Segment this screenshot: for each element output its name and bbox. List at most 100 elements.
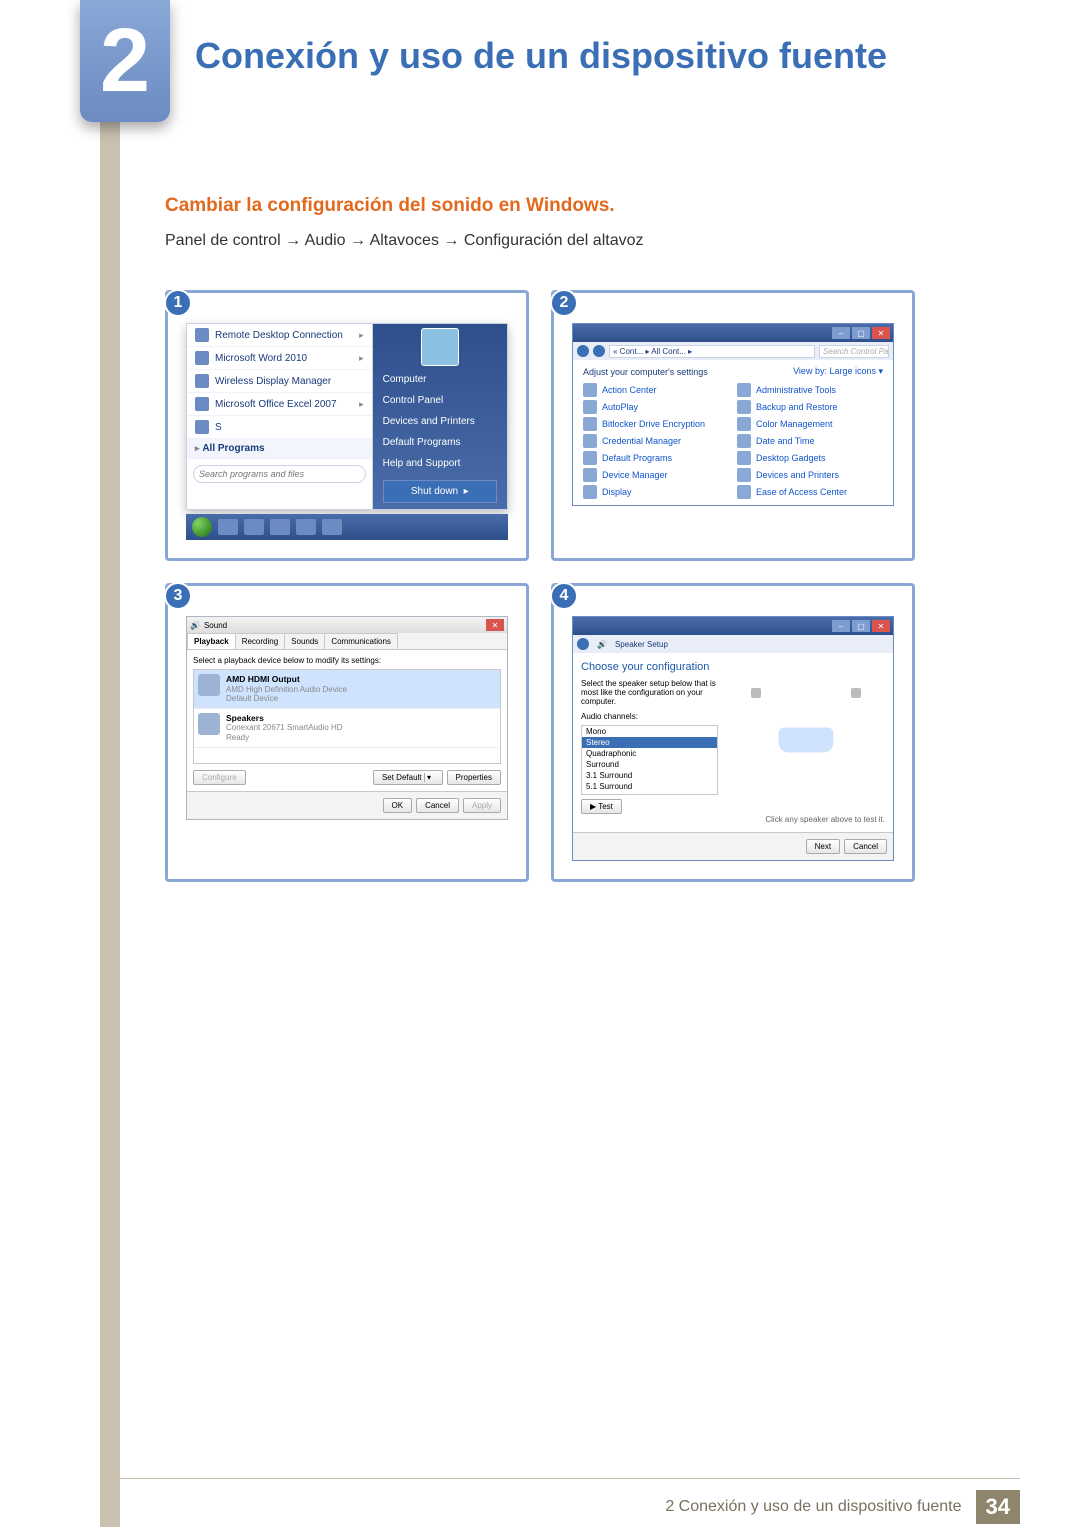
channel-option[interactable]: Quadraphonic bbox=[582, 748, 717, 759]
address-field[interactable]: « Cont... ▸ All Cont... ▸ bbox=[609, 345, 815, 358]
taskbar-icon[interactable] bbox=[218, 519, 238, 535]
cp-item-label: Backup and Restore bbox=[756, 402, 838, 412]
speaker-dot-icon[interactable] bbox=[851, 688, 861, 698]
sound-body: Select a playback device below to modify… bbox=[187, 650, 507, 791]
properties-button[interactable]: Properties bbox=[447, 770, 501, 785]
forward-button-icon[interactable] bbox=[593, 345, 605, 357]
cp-item[interactable]: Device Manager bbox=[583, 468, 729, 482]
cp-item[interactable]: Date and Time bbox=[737, 434, 883, 448]
search-field[interactable]: Search Control Panel bbox=[819, 345, 889, 358]
cp-item-label: Devices and Printers bbox=[756, 470, 839, 480]
cancel-button[interactable]: Cancel bbox=[844, 839, 887, 854]
cp-item-label: Color Management bbox=[756, 419, 833, 429]
footer-rule bbox=[120, 1478, 1020, 1479]
step-badge-2: 2 bbox=[550, 289, 578, 317]
right-item[interactable]: Computer bbox=[373, 369, 507, 390]
next-button[interactable]: Next bbox=[806, 839, 840, 854]
back-button-icon[interactable] bbox=[577, 638, 589, 650]
cp-item[interactable]: Credential Manager bbox=[583, 434, 729, 448]
device-sub: Conexant 20671 SmartAudio HD bbox=[226, 723, 343, 732]
menu-item[interactable]: S bbox=[187, 416, 372, 439]
sound-tabs: Playback Recording Sounds Communications bbox=[187, 633, 507, 650]
cp-item-label: AutoPlay bbox=[602, 402, 638, 412]
taskbar-icon[interactable] bbox=[244, 519, 264, 535]
speaker-setup-window: – ▢ ✕ 🔊 Speaker Setup Choose your config… bbox=[572, 616, 894, 861]
all-programs[interactable]: ▸ All Programs bbox=[187, 439, 372, 459]
apply-button[interactable]: Apply bbox=[463, 798, 501, 813]
ok-button[interactable]: OK bbox=[383, 798, 413, 813]
sound-buttons-row: Configure Set Default▾ Properties bbox=[193, 770, 501, 785]
tab-recording[interactable]: Recording bbox=[235, 633, 285, 649]
tab-playback[interactable]: Playback bbox=[187, 633, 236, 649]
taskbar-icon[interactable] bbox=[296, 519, 316, 535]
display-icon bbox=[583, 485, 597, 499]
right-item[interactable]: Help and Support bbox=[373, 453, 507, 474]
speaker-diagram bbox=[728, 679, 885, 789]
search-input[interactable] bbox=[193, 465, 366, 483]
step-badge-1: 1 bbox=[164, 289, 192, 317]
channel-option[interactable]: 5.1 Surround bbox=[582, 781, 717, 792]
right-item[interactable]: Control Panel bbox=[373, 390, 507, 411]
channel-option[interactable]: 3.1 Surround bbox=[582, 770, 717, 781]
footer: 2 Conexión y uso de un dispositivo fuent… bbox=[665, 1490, 1020, 1524]
menu-item[interactable]: Remote Desktop Connection▸ bbox=[187, 324, 372, 347]
shutdown-button[interactable]: Shut down ▸ bbox=[383, 480, 497, 503]
cp-item[interactable]: Display bbox=[583, 485, 729, 499]
taskbar-icon[interactable] bbox=[270, 519, 290, 535]
menu-item[interactable]: Microsoft Office Excel 2007▸ bbox=[187, 393, 372, 416]
channel-option[interactable]: 5.2 Surround bbox=[582, 792, 717, 795]
device-item[interactable]: AMD HDMI Output AMD High Definition Audi… bbox=[194, 670, 500, 709]
start-menu-right: Computer Control Panel Devices and Print… bbox=[373, 324, 507, 509]
close-button[interactable]: ✕ bbox=[486, 619, 504, 631]
speaker-subtext: Select the speaker setup below that is m… bbox=[581, 679, 718, 706]
tab-sounds[interactable]: Sounds bbox=[284, 633, 325, 649]
speaker-footer: Next Cancel bbox=[573, 832, 893, 860]
cancel-button[interactable]: Cancel bbox=[416, 798, 459, 813]
minimize-button[interactable]: – bbox=[832, 327, 850, 339]
cp-item[interactable]: Devices and Printers bbox=[737, 468, 883, 482]
menu-item-label: Wireless Display Manager bbox=[215, 376, 364, 387]
dropdown-arrow-icon[interactable]: ▾ bbox=[424, 773, 434, 782]
channel-option[interactable]: Surround bbox=[582, 759, 717, 770]
cp-item-label: Administrative Tools bbox=[756, 385, 836, 395]
right-item[interactable]: Devices and Printers bbox=[373, 411, 507, 432]
cp-item[interactable]: Administrative Tools bbox=[737, 383, 883, 397]
cp-item-label: Device Manager bbox=[602, 470, 668, 480]
start-search bbox=[187, 459, 372, 489]
maximize-button[interactable]: ▢ bbox=[852, 620, 870, 632]
cp-item[interactable]: Default Programs bbox=[583, 451, 729, 465]
minimize-button[interactable]: – bbox=[832, 620, 850, 632]
channel-option[interactable]: Mono bbox=[582, 726, 717, 737]
close-button[interactable]: ✕ bbox=[872, 620, 890, 632]
chapter-number: 2 bbox=[100, 16, 150, 106]
cp-item[interactable]: Bitlocker Drive Encryption bbox=[583, 417, 729, 431]
channels-list[interactable]: Mono Stereo Quadraphonic Surround 3.1 Su… bbox=[581, 725, 718, 795]
device-item[interactable]: Speakers Conexant 20671 SmartAudio HD Re… bbox=[194, 709, 500, 748]
cp-item[interactable]: Backup and Restore bbox=[737, 400, 883, 414]
back-button-icon[interactable] bbox=[577, 345, 589, 357]
maximize-button[interactable]: ▢ bbox=[852, 327, 870, 339]
cp-item[interactable]: AutoPlay bbox=[583, 400, 729, 414]
taskbar-icon[interactable] bbox=[322, 519, 342, 535]
control-panel-body: Adjust your computer's settings View by:… bbox=[573, 360, 893, 505]
start-orb-icon[interactable] bbox=[192, 517, 212, 537]
tab-communications[interactable]: Communications bbox=[324, 633, 398, 649]
user-avatar[interactable] bbox=[373, 324, 507, 369]
right-item[interactable]: Default Programs bbox=[373, 432, 507, 453]
cp-item[interactable]: Action Center bbox=[583, 383, 729, 397]
window-titlebar: – ▢ ✕ bbox=[573, 617, 893, 635]
channel-option-selected[interactable]: Stereo bbox=[582, 737, 717, 748]
cp-item[interactable]: Color Management bbox=[737, 417, 883, 431]
test-button[interactable]: ▶ Test bbox=[581, 799, 622, 814]
close-button[interactable]: ✕ bbox=[872, 327, 890, 339]
menu-item[interactable]: Wireless Display Manager bbox=[187, 370, 372, 393]
all-programs-label: All Programs bbox=[202, 443, 363, 454]
speaker-dot-icon[interactable] bbox=[751, 688, 761, 698]
set-default-button[interactable]: Set Default▾ bbox=[373, 770, 443, 785]
configure-button[interactable]: Configure bbox=[193, 770, 246, 785]
cp-item[interactable]: Desktop Gadgets bbox=[737, 451, 883, 465]
menu-item[interactable]: Microsoft Word 2010▸ bbox=[187, 347, 372, 370]
device-icon bbox=[583, 468, 597, 482]
viewby-dropdown[interactable]: View by: Large icons ▾ bbox=[793, 366, 883, 377]
cp-item[interactable]: Ease of Access Center bbox=[737, 485, 883, 499]
